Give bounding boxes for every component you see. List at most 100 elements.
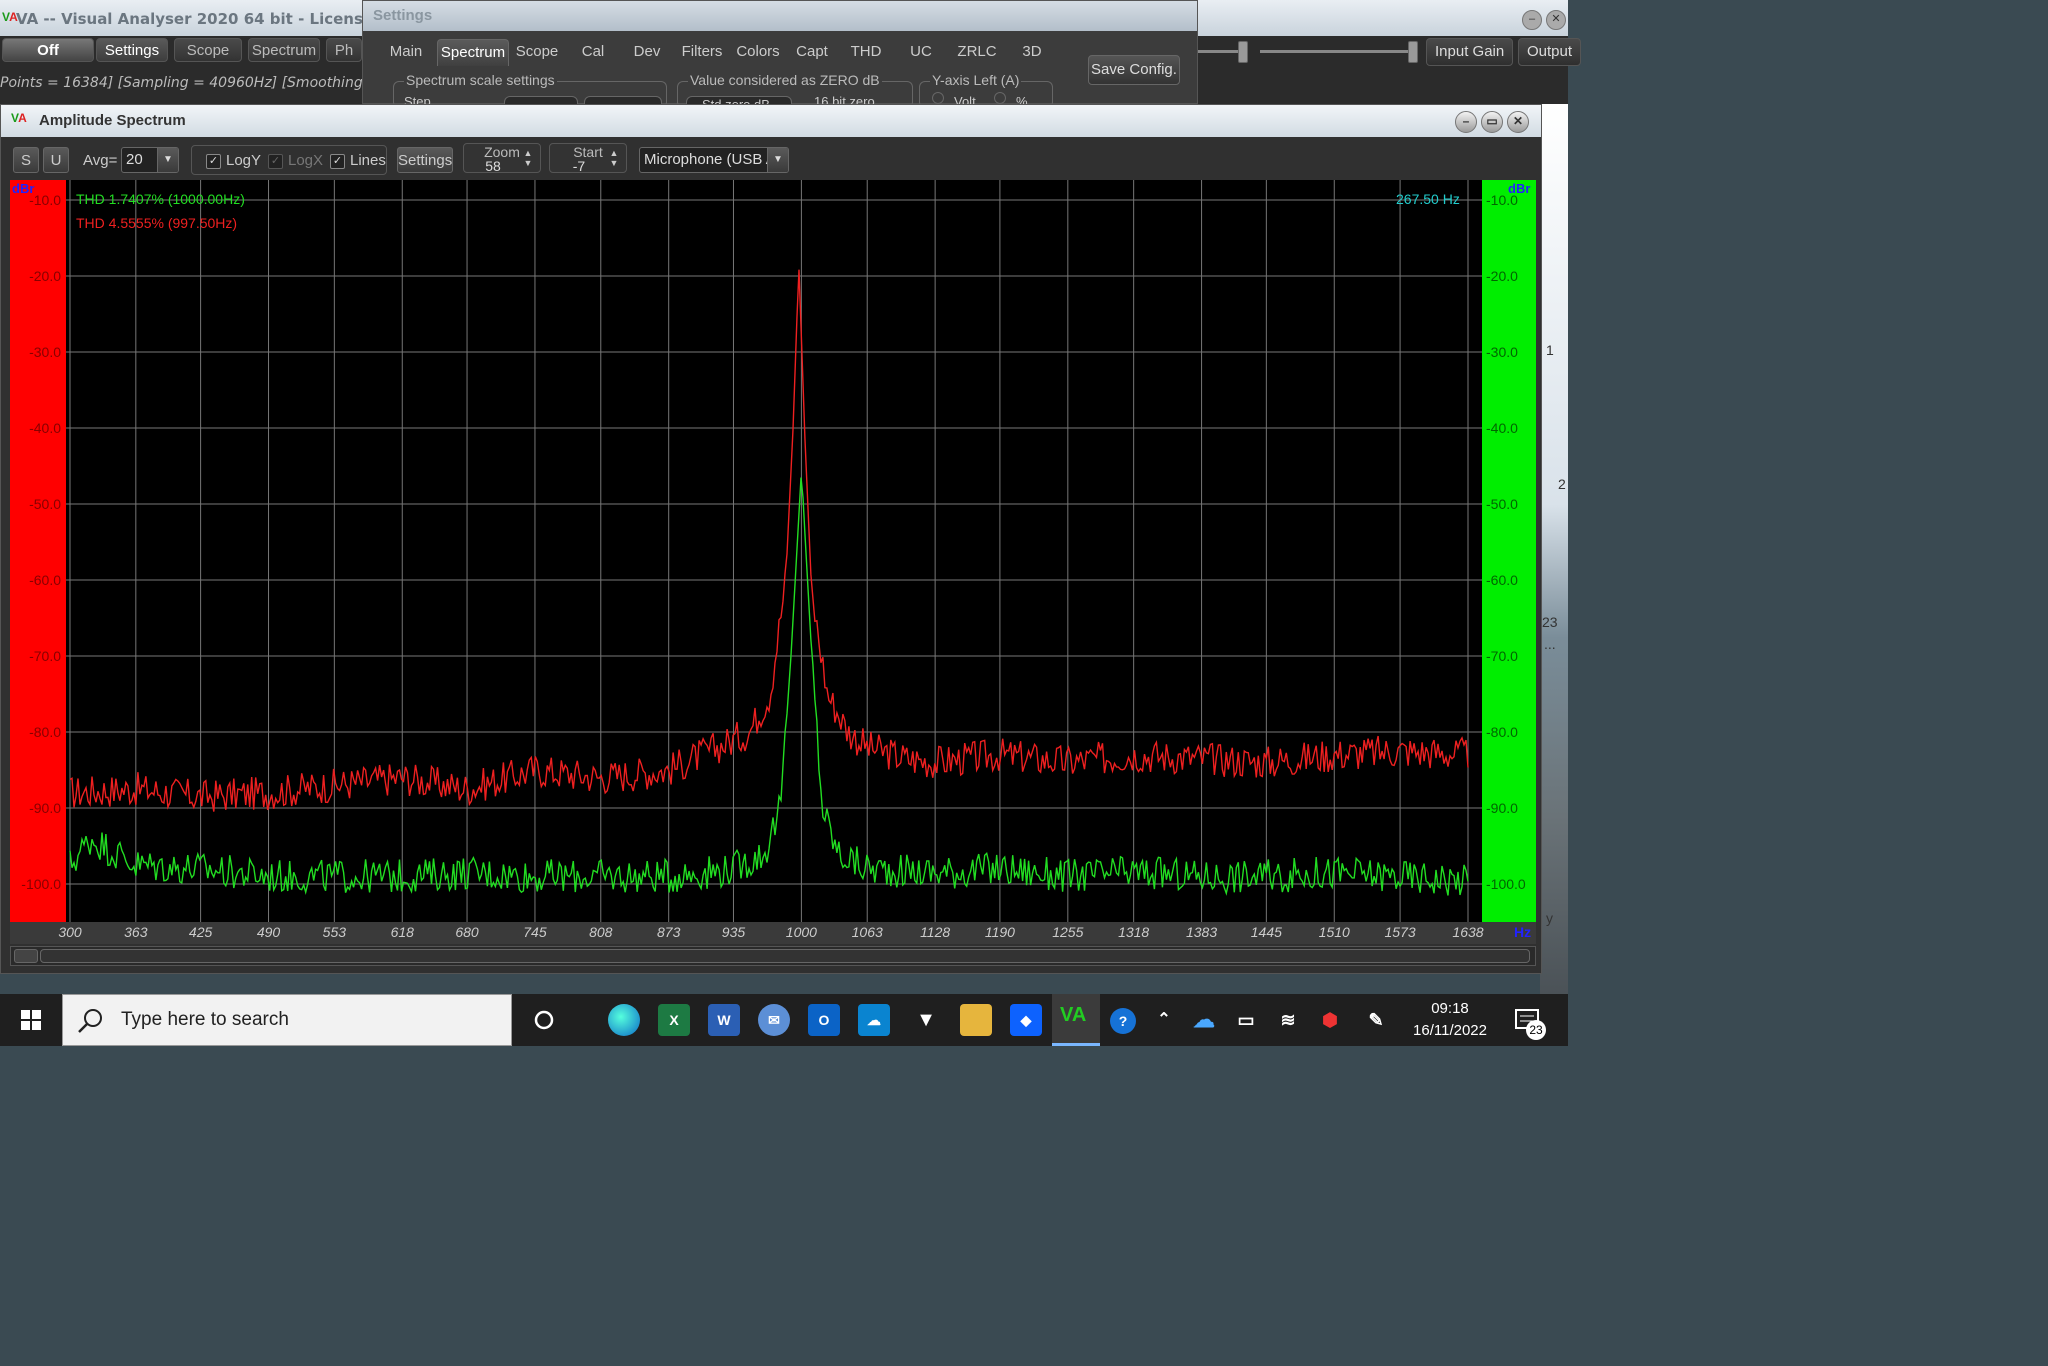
dropbox-icon[interactable]: ◆ bbox=[1010, 1004, 1042, 1036]
x-tick-label: 935 bbox=[722, 924, 746, 940]
tab-settings[interactable]: Settings bbox=[96, 38, 168, 62]
wifi-icon[interactable]: ≋ bbox=[1272, 1004, 1304, 1036]
spectrum-settings-button[interactable]: Settings bbox=[397, 147, 453, 173]
file-explorer-icon[interactable] bbox=[960, 1004, 992, 1036]
x-tick-label: 1128 bbox=[920, 924, 950, 940]
input-gain-button[interactable]: Input Gain bbox=[1426, 38, 1514, 66]
minimize-icon[interactable]: – bbox=[1522, 10, 1542, 30]
settings-tab-capt[interactable]: Capt bbox=[789, 39, 835, 65]
group-label: Y-axis Left (A) bbox=[930, 72, 1022, 88]
start-spinbox[interactable]: Start -7 ▲ ▼ bbox=[549, 143, 627, 173]
onedrive-app-icon[interactable]: ☁ bbox=[858, 1004, 890, 1036]
y-tick-label-left: -50.0 bbox=[29, 496, 61, 512]
mail-icon[interactable]: ✉ bbox=[758, 1004, 790, 1036]
pen-icon[interactable]: ✎ bbox=[1360, 1004, 1392, 1036]
spin-arrows-icon[interactable]: ▲ ▼ bbox=[520, 148, 536, 168]
settings-tab-scope[interactable]: Scope bbox=[511, 39, 563, 65]
fox-app-icon[interactable]: ▼ bbox=[910, 1004, 942, 1036]
settings-tab-cal[interactable]: Cal bbox=[571, 39, 615, 65]
u-button[interactable]: U bbox=[43, 147, 69, 173]
settings-tab-colors[interactable]: Colors bbox=[733, 39, 783, 65]
main-right-controls: Input Gain Output bbox=[1196, 38, 1582, 68]
spectrum-plot[interactable]: -10.0 -20.0 -30.0 -40.0 -50.0 -60.0 -70.0 -80.0… bbox=[10, 180, 1536, 922]
volt-radio[interactable] bbox=[932, 92, 944, 104]
x-axis-strip: 300 363 425 490 553 618 680 745 808 873 935 1000 106… bbox=[10, 922, 1536, 944]
scrollbar-thumb[interactable] bbox=[40, 949, 1530, 963]
lines-label: Lines bbox=[350, 152, 386, 169]
y-tick-label-right: -100.0 bbox=[1486, 876, 1526, 892]
close-icon[interactable]: ✕ bbox=[1546, 10, 1566, 30]
windows-start-icon[interactable] bbox=[0, 994, 62, 1046]
settings-tab-spectrum[interactable]: Spectrum bbox=[437, 39, 509, 66]
zoom-spinbox[interactable]: Zoom 58 ▲ ▼ bbox=[463, 143, 541, 173]
settings-tab-uc[interactable]: UC bbox=[901, 39, 941, 65]
clock-date[interactable]: 16/11/2022 bbox=[1400, 1022, 1500, 1039]
x-tick-label: 1190 bbox=[985, 924, 1015, 940]
s-button[interactable]: S bbox=[13, 147, 39, 173]
clock-time[interactable]: 09:18 bbox=[1410, 1000, 1490, 1017]
chevron-down-icon: ▼ bbox=[767, 148, 788, 172]
help-icon[interactable]: ? bbox=[1110, 1008, 1136, 1034]
off-button[interactable]: Off bbox=[2, 38, 94, 62]
start-value: -7 bbox=[572, 158, 586, 174]
close-icon[interactable]: ✕ bbox=[1507, 111, 1529, 133]
slider-handle[interactable] bbox=[1238, 41, 1248, 63]
minimize-icon[interactable]: – bbox=[1455, 111, 1477, 133]
word-icon[interactable]: W bbox=[708, 1004, 740, 1036]
scroll-left-button[interactable] bbox=[14, 949, 38, 963]
x-tick-label: 680 bbox=[455, 924, 479, 940]
outlook-icon[interactable]: O bbox=[808, 1004, 840, 1036]
x-tick-label: 1000 bbox=[786, 924, 817, 940]
x-tick-label: 808 bbox=[589, 924, 613, 940]
window-controls: – ▭ ✕ bbox=[1455, 111, 1535, 133]
y-tick-label-left: -30.0 bbox=[29, 344, 61, 360]
x-tick-label: 425 bbox=[189, 924, 213, 940]
plot-background bbox=[10, 180, 1536, 922]
status-line: Points = 16384] [Sampling = 40960Hz] [Sm… bbox=[0, 75, 403, 91]
settings-tab-3d[interactable]: 3D bbox=[1013, 39, 1051, 65]
chevron-up-icon[interactable]: ⌃ bbox=[1148, 1004, 1180, 1036]
spin-arrows-icon[interactable]: ▲ ▼ bbox=[606, 148, 622, 168]
avg-select[interactable]: 20 ▼ bbox=[121, 147, 179, 173]
save-config-button[interactable]: Save Config. bbox=[1088, 55, 1180, 85]
settings-tab-zrlc[interactable]: ZRLC bbox=[949, 39, 1005, 65]
settings-tab-dev[interactable]: Dev bbox=[625, 39, 669, 65]
edge-icon[interactable] bbox=[608, 1004, 640, 1036]
cortana-icon[interactable] bbox=[528, 1004, 560, 1036]
settings-tab-thd[interactable]: THD bbox=[843, 39, 889, 65]
security-alert-icon[interactable]: ⬢ bbox=[1314, 1004, 1346, 1036]
tab-phase[interactable]: Ph bbox=[326, 38, 362, 62]
y-tick-label-left: -60.0 bbox=[29, 572, 61, 588]
output-button[interactable]: Output bbox=[1518, 38, 1582, 66]
settings-tab-main[interactable]: Main bbox=[379, 39, 433, 65]
battery-icon[interactable]: ▭ bbox=[1230, 1004, 1262, 1036]
input-gain-slider-handle[interactable] bbox=[1408, 41, 1418, 63]
main-window-title: VA -- Visual Analyser 2020 64 bit - Lice… bbox=[16, 10, 413, 28]
notification-badge: 23 bbox=[1526, 1020, 1546, 1040]
y-tick-label-right: -30.0 bbox=[1486, 344, 1518, 360]
x-unit-label: Hz bbox=[1514, 924, 1531, 940]
y-tick-label-left: -90.0 bbox=[29, 800, 61, 816]
lines-checkbox[interactable]: ✓ bbox=[330, 154, 345, 169]
notifications-icon[interactable]: 23 bbox=[1512, 1006, 1546, 1040]
maximize-icon[interactable]: ▭ bbox=[1481, 111, 1503, 133]
input-device-select[interactable]: Microphone (USB A ▼ bbox=[639, 147, 789, 173]
percent-radio[interactable] bbox=[994, 92, 1006, 104]
bg-text: 2 bbox=[1558, 476, 1566, 492]
tab-spectrum[interactable]: Spectrum bbox=[248, 38, 320, 62]
onedrive-tray-icon[interactable]: ☁ bbox=[1188, 1004, 1220, 1036]
tab-scope[interactable]: Scope bbox=[174, 38, 242, 62]
y-tick-label-right: -80.0 bbox=[1486, 724, 1518, 740]
va-taskbar-button[interactable]: VA bbox=[1052, 994, 1100, 1046]
bg-text: 23 bbox=[1542, 614, 1558, 630]
bg-text: y bbox=[1546, 910, 1553, 926]
settings-tab-filters[interactable]: Filters bbox=[675, 39, 729, 65]
x-tick-label: 1638 bbox=[1452, 924, 1483, 940]
x-tick-label: 1383 bbox=[1186, 924, 1217, 940]
logx-label: LogX bbox=[288, 152, 324, 169]
slider-track bbox=[1260, 50, 1410, 53]
excel-icon[interactable]: X bbox=[658, 1004, 690, 1036]
legend-thd-green: THD 1.7407% (1000.00Hz) bbox=[76, 191, 245, 207]
taskbar-search-box[interactable]: Type here to search bbox=[62, 994, 512, 1046]
logy-checkbox[interactable]: ✓ bbox=[206, 154, 221, 169]
